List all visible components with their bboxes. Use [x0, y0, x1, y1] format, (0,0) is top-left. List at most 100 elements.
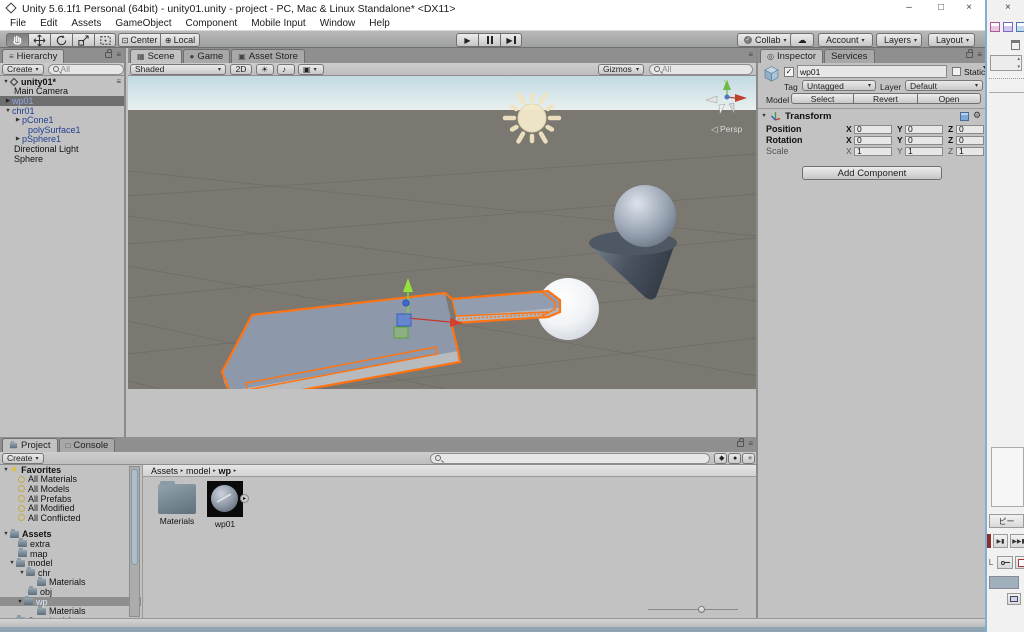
hierarchy-item-psphere1[interactable]: ▶ pSphere1 [0, 134, 124, 144]
menu-help[interactable]: Help [362, 18, 397, 29]
asset-item-wp01[interactable]: ▸ wp01 [203, 481, 249, 529]
hierarchy-item-directional-light[interactable]: Directional Light [0, 144, 124, 154]
table-icon[interactable] [990, 22, 1000, 32]
active-checkbox[interactable]: ✓ [784, 67, 794, 77]
expander-icon[interactable]: ▼ [2, 531, 10, 537]
expander-icon[interactable]: ▶ [4, 98, 12, 104]
rotate-tool-button[interactable] [50, 33, 72, 47]
favorite-all-materials[interactable]: All Materials [0, 474, 141, 484]
model-open-button[interactable]: Open [918, 93, 981, 104]
search-by-type-button[interactable]: ◆ [714, 452, 727, 464]
tab-game[interactable]: ● Game [182, 49, 231, 63]
tab-inspector[interactable]: ◎ Inspector [760, 49, 824, 63]
thumbnail-size-slider[interactable] [648, 606, 738, 613]
object-name-field[interactable] [797, 65, 947, 78]
scene-lighting-button[interactable]: ☀ [256, 63, 274, 75]
add-component-button[interactable]: Add Component [802, 166, 942, 180]
spinner-field[interactable]: ▴ ▾ [990, 55, 1022, 71]
scale-x-field[interactable] [854, 146, 892, 156]
scale-tool-button[interactable] [72, 33, 94, 47]
panel-menu-icon[interactable]: ≡ [977, 51, 982, 59]
menu-edit[interactable]: Edit [33, 18, 64, 29]
menu-assets[interactable]: Assets [64, 18, 108, 29]
menu-component[interactable]: Component [179, 18, 245, 29]
project-search[interactable] [430, 452, 710, 464]
maximize-button[interactable]: □ [928, 0, 954, 16]
search-by-label-button[interactable]: ● [728, 452, 741, 464]
expander-icon[interactable]: ▼ [4, 108, 12, 114]
favorites-root[interactable]: ▼ ★ Favorites [0, 465, 141, 475]
expander-icon[interactable]: ▼ [2, 467, 10, 473]
persp-label[interactable]: Persp [720, 124, 742, 134]
help-book-icon[interactable] [960, 112, 969, 121]
hierarchy-search[interactable] [47, 63, 124, 75]
tab-project[interactable]: Project [2, 438, 58, 452]
hand-tool-button[interactable] [6, 33, 28, 47]
favorite-all-models[interactable]: All Models [0, 484, 141, 494]
menu-window[interactable]: Window [313, 18, 363, 29]
folder-obj[interactable]: obj [0, 586, 141, 597]
folder-map[interactable]: map [0, 548, 141, 559]
expander-icon[interactable]: ▼ [760, 113, 768, 119]
scene-effects-button[interactable]: ▣ ▾ [298, 63, 324, 75]
pivot-center-button[interactable]: ⊡ Center [118, 33, 160, 47]
rotation-x-field[interactable] [854, 135, 892, 145]
scene-search-input[interactable] [662, 64, 748, 74]
gear-icon[interactable]: ⚙ [973, 110, 981, 121]
favorite-all-conflicted[interactable]: All Conflicted [0, 513, 141, 523]
expander-icon[interactable]: ▶ [14, 136, 22, 142]
panel-menu-icon[interactable]: ≡ [748, 51, 753, 59]
asset-item-materials[interactable]: Materials [155, 481, 199, 526]
tree-scrollbar[interactable] [129, 466, 140, 617]
position-z-field[interactable] [956, 124, 984, 134]
doc-button[interactable] [1015, 556, 1024, 569]
copy-button[interactable]: ピー [989, 514, 1024, 528]
breadcrumb-model[interactable]: model [186, 466, 211, 476]
lock-icon[interactable] [105, 49, 113, 58]
breadcrumb-wp[interactable]: wp [219, 466, 232, 476]
xz-plane-handle[interactable] [393, 326, 409, 339]
favorite-search-button[interactable]: ★ [742, 452, 755, 464]
z-axis-handle[interactable] [402, 299, 410, 307]
menu-file[interactable]: File [3, 18, 33, 29]
expand-asset-icon[interactable]: ▸ [240, 494, 249, 503]
lock-icon[interactable] [737, 438, 745, 447]
expander-icon[interactable]: ▼ [8, 560, 16, 566]
pause-button[interactable] [478, 33, 500, 47]
position-y-field[interactable] [905, 124, 943, 134]
panel-button[interactable] [1007, 593, 1021, 605]
move-tool-button[interactable] [28, 33, 50, 47]
scene-row[interactable]: ▼ unity01* ≡ [0, 77, 124, 87]
layers-button[interactable]: Layers ▾ [876, 33, 922, 47]
favorite-all-modified[interactable]: All Modified [0, 503, 141, 513]
pivot-local-button[interactable]: ⊕ Local [160, 33, 200, 47]
scene-audio-button[interactable]: ♪ [277, 63, 295, 75]
hierarchy-item-main-camera[interactable]: Main Camera [0, 86, 124, 96]
trash-icon[interactable] [1011, 40, 1020, 50]
position-x-field[interactable] [854, 124, 892, 134]
step-forward-button[interactable]: ▶▮ [993, 534, 1008, 548]
hierarchy-item-polysurface1[interactable]: polySurface1 [0, 125, 124, 135]
folder-chr-materials[interactable]: Materials [0, 576, 141, 587]
rotation-y-field[interactable] [905, 135, 943, 145]
folder-wp-selected[interactable]: ▼ wp [0, 596, 141, 607]
create-button[interactable]: Create ▾ [2, 452, 44, 464]
scale-y-field[interactable] [905, 146, 943, 156]
table-icon[interactable] [1016, 22, 1024, 32]
folder-model[interactable]: ▼ model [0, 557, 141, 568]
folder-wp-materials[interactable]: Materials [0, 605, 141, 616]
xy-plane-handle[interactable] [396, 313, 412, 327]
close-button[interactable]: × [956, 0, 982, 16]
tab-scene[interactable]: ▦ Scene [130, 49, 182, 63]
cloud-button[interactable]: ☁ [790, 33, 814, 47]
account-button[interactable]: Account ▾ [818, 33, 873, 47]
folder-chr[interactable]: ▼ chr [0, 567, 141, 578]
expander-icon[interactable]: ▶ [14, 117, 22, 123]
breadcrumb-assets[interactable]: Assets [151, 466, 178, 476]
lock-icon[interactable] [966, 49, 974, 58]
hierarchy-item-pcone1[interactable]: ▶ pCone1 [0, 115, 124, 125]
static-checkbox[interactable] [952, 67, 961, 76]
panel-menu-icon[interactable]: ≡ [748, 440, 753, 448]
menu-mobile-input[interactable]: Mobile Input [244, 18, 312, 29]
layer-dropdown[interactable]: Default ▾ [905, 80, 983, 91]
